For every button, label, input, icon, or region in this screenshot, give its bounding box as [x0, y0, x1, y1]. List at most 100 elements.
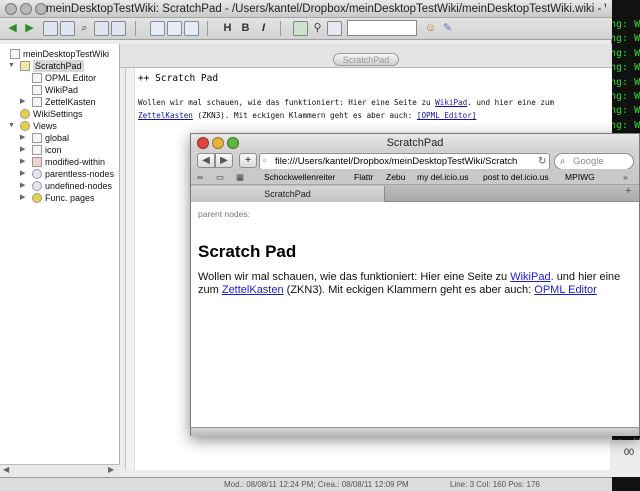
- editor-text: . und hier eine zum: [467, 98, 555, 107]
- browser-tab-bar: ScratchPad +: [191, 185, 639, 202]
- layout-icon[interactable]: [167, 21, 182, 36]
- editor-heading-line: ++ Scratch Pad: [138, 73, 219, 84]
- scroll-right-icon[interactable]: ▶: [108, 465, 114, 474]
- gear-icon: [32, 193, 42, 203]
- back-icon[interactable]: ◀: [197, 153, 215, 168]
- scroll-left-icon[interactable]: ◀: [3, 465, 9, 474]
- browser-title: ScratchPad: [386, 137, 444, 149]
- bookmark-item[interactable]: my del.icio.us: [417, 169, 469, 185]
- terminal-line: ng: Wik: [610, 91, 640, 103]
- editor-text: (ZKN3). Mit eckigen Klammern geht es abe…: [192, 111, 417, 120]
- back-arrow-icon[interactable]: ◀: [5, 21, 20, 36]
- pencil-page-icon: [20, 61, 30, 71]
- book-icon[interactable]: ▭: [216, 169, 224, 185]
- link-opml-editor[interactable]: OPML Editor: [534, 284, 597, 296]
- grid-icon[interactable]: ▦: [236, 169, 244, 185]
- terminal-line: ng: Wik: [610, 19, 640, 30]
- terminal-line: ng: Wik: [610, 119, 640, 131]
- calendar-icon: [32, 157, 42, 167]
- editor-link-wikipad[interactable]: WikiPad: [435, 98, 467, 107]
- spellcheck-icon[interactable]: ✎: [440, 21, 455, 36]
- overflow-icon[interactable]: »: [623, 169, 628, 185]
- tab-scratchpad[interactable]: ScratchPad: [333, 53, 399, 66]
- link-wikipad[interactable]: WikiPad: [510, 271, 550, 283]
- link-zettelkasten[interactable]: ZettelKasten: [222, 284, 284, 296]
- editor-link-opml-editor[interactable]: [OPML Editor]: [417, 111, 476, 120]
- address-bar[interactable]: ▫ file:///Users/kantel/Dropbox/meinDeskt…: [259, 153, 550, 170]
- bookmark-item[interactable]: MPIWG: [565, 169, 595, 185]
- terminal-line: ng: Wik: [610, 105, 640, 117]
- editor-text: Wollen wir mal schauen, wie das funktion…: [138, 98, 436, 107]
- page-icon: [32, 97, 42, 107]
- wiki-icon[interactable]: ☺: [423, 21, 438, 36]
- forward-icon[interactable]: ▶: [215, 153, 233, 168]
- editor-margin: [126, 68, 135, 470]
- add-bookmark-icon[interactable]: +: [239, 153, 257, 168]
- page-icon: [32, 145, 42, 155]
- browser-content: parent nodes: Scratch Pad Wollen wir mal…: [191, 202, 639, 427]
- status-modified: Mod.: 08/08/11 12:24 PM; Crea.: 08/08/11…: [224, 480, 409, 489]
- bookmark-item[interactable]: post to del.icio.us: [483, 169, 549, 185]
- minimize-icon[interactable]: [20, 3, 32, 15]
- italic-button[interactable]: I: [256, 21, 271, 36]
- open-icon[interactable]: [60, 21, 75, 36]
- link-icon[interactable]: ⚲: [310, 21, 325, 36]
- toolbar-divider: [135, 21, 136, 36]
- forward-arrow-icon[interactable]: ▶: [22, 21, 37, 36]
- copy-icon[interactable]: [111, 21, 126, 36]
- toolbar-divider: [207, 21, 208, 36]
- chevron-down-icon[interactable]: ▼: [8, 60, 18, 72]
- tab-scratchpad[interactable]: ScratchPad: [191, 186, 385, 202]
- chevron-down-icon[interactable]: ▼: [8, 120, 18, 132]
- bookmark-item[interactable]: Zebu: [386, 169, 405, 185]
- tree-horizontal-scrollbar[interactable]: ◀ ▶: [0, 464, 120, 477]
- heading-button[interactable]: H: [220, 21, 235, 36]
- new-page-icon[interactable]: [43, 21, 58, 36]
- search-icon[interactable]: ⌕: [77, 21, 92, 36]
- terminal-line: ng: Wik: [610, 33, 640, 45]
- close-icon[interactable]: [5, 3, 17, 15]
- chevron-right-icon[interactable]: ▶: [20, 180, 30, 192]
- chevron-right-icon[interactable]: ▶: [20, 96, 30, 108]
- bold-button[interactable]: B: [238, 21, 253, 36]
- node-icon: [32, 169, 42, 179]
- address-text: file:///Users/kantel/Dropbox/meinDesktop…: [275, 156, 518, 167]
- search-placeholder: Google: [573, 156, 604, 167]
- page-icon: [10, 49, 20, 59]
- table-icon[interactable]: [327, 21, 342, 36]
- page-title: Scratch Pad: [198, 242, 297, 261]
- terminal-line: ng: Wik: [610, 47, 640, 59]
- window-title: meinDesktopTestWiki: ScratchPad - /Users…: [46, 3, 606, 15]
- terminal-line: ng: Wik: [610, 76, 640, 88]
- paragraph-text: Wollen wir mal schauen, wie das funktion…: [198, 271, 511, 283]
- new-tab-icon[interactable]: +: [625, 185, 631, 197]
- page-paragraph: Wollen wir mal schauen, wie das funktion…: [198, 271, 630, 297]
- status-bar: Mod.: 08/08/11 12:24 PM; Crea.: 08/08/11…: [0, 477, 612, 491]
- settings-icon: [20, 109, 30, 119]
- editor-tab-bar: ScratchPad: [120, 44, 612, 68]
- bookmark-item[interactable]: Schockwellenreiter: [264, 169, 335, 185]
- main-toolbar: ◀ ▶ ⌕ H B I ⚲ ☺ ✎: [0, 18, 612, 40]
- reading-glasses-icon[interactable]: ∞: [197, 169, 203, 185]
- corner-value: 00: [624, 447, 635, 457]
- editor-link-zettelkasten[interactable]: ZettelKasten: [138, 111, 193, 120]
- toolbar-search-input[interactable]: [347, 20, 417, 36]
- chevron-right-icon[interactable]: ▶: [20, 156, 30, 168]
- browser-titlebar: ScratchPad: [191, 134, 639, 152]
- image-icon[interactable]: [293, 21, 308, 36]
- chevron-right-icon[interactable]: ▶: [20, 192, 30, 204]
- reload-icon[interactable]: ↻: [538, 154, 546, 169]
- paragraph-text: (ZKN3). Mit eckigen Klammern geht es abe…: [283, 284, 535, 296]
- window-icon[interactable]: [184, 21, 199, 36]
- bookmark-item[interactable]: Flattr: [354, 169, 373, 185]
- file-icon: ▫: [263, 156, 267, 167]
- page-icon[interactable]: [94, 21, 109, 36]
- browser-search-input[interactable]: ⌕ Google: [554, 153, 634, 170]
- chevron-right-icon[interactable]: ▶: [20, 168, 30, 180]
- wiki-tree: meinDesktopTestWiki ▼ ScratchPad OPML Ed…: [0, 44, 120, 464]
- partial-window: 00: [610, 440, 640, 477]
- chevron-right-icon[interactable]: ▶: [20, 144, 30, 156]
- chevron-right-icon[interactable]: ▶: [20, 132, 30, 144]
- view-icon[interactable]: [150, 21, 165, 36]
- editor-body-text: Wollen wir mal schauen, wie das funktion…: [138, 96, 608, 122]
